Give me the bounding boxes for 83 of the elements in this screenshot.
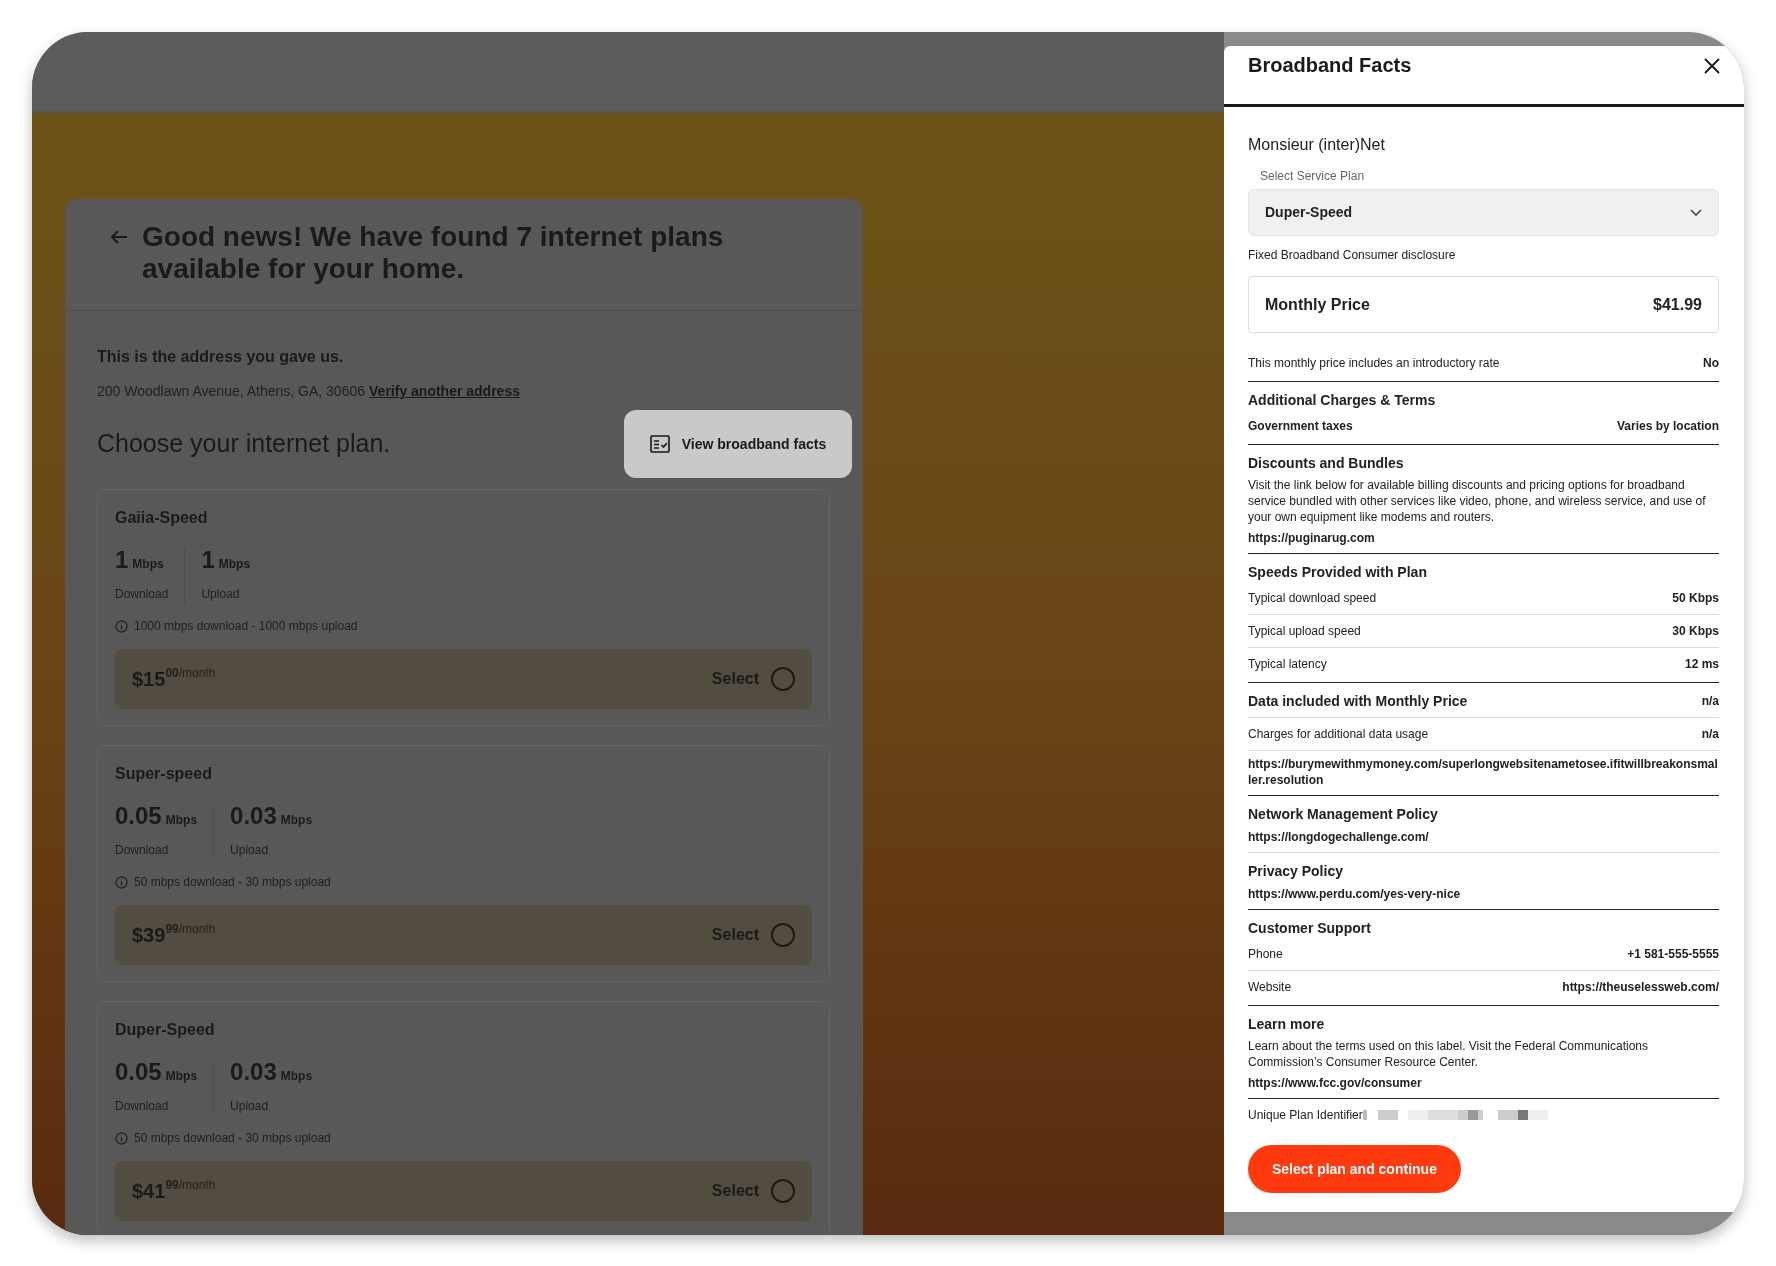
price-dollars: $41 (132, 1179, 166, 1204)
info-icon (115, 619, 128, 633)
chevron-down-icon (1690, 208, 1702, 217)
section-text: Visit the link below for available billing discounts and pricing options for broadband service bundled with other services like video, phone, and wireless service, and use of your own equipment like modems and routers. (1248, 477, 1707, 525)
speed-unit: Mbps (218, 556, 251, 573)
fact-value: 30 Kbps (1672, 623, 1719, 639)
plan-name: Gaiia-Speed (115, 508, 209, 528)
speed-value: 1 (115, 548, 129, 572)
fact-label: This monthly price includes an introductory rate (1248, 355, 1500, 371)
service-plan-select[interactable]: Duper-Speed (1248, 189, 1719, 236)
speed-value: 0.03 (230, 804, 277, 828)
back-arrow-icon[interactable] (110, 229, 128, 245)
address-text: 200 Woodlawn Avenue, Athens, GA, 30606 (97, 382, 366, 401)
plan-name: Super-speed (115, 764, 213, 784)
fact-value: 12 ms (1684, 656, 1719, 672)
section-heading: Customer Support (1248, 920, 1371, 936)
speed-label: Download (115, 1098, 170, 1115)
view-broadband-facts-button[interactable]: View broadband facts (624, 410, 852, 478)
fact-value: n/a (1701, 693, 1719, 709)
speed-label: Download (115, 586, 169, 603)
info-icon (115, 1131, 128, 1145)
section-link[interactable]: https://puginarug.com (1248, 525, 1719, 551)
section-heading: Network Management Policy (1248, 806, 1438, 822)
provider-name: Monsieur (inter)Net (1248, 135, 1386, 155)
section-link[interactable]: https://longdogechallenge.com/ (1248, 824, 1719, 850)
price-dollars: $15 (132, 667, 166, 692)
speed-unit: Mbps (165, 812, 198, 829)
disclosure-text: Fixed Broadband Consumer disclosure (1248, 247, 1457, 264)
fact-value: +1 581-555-5555 (1627, 946, 1719, 962)
panel-title: Broadband Facts (1248, 53, 1412, 78)
section-text: Learn about the terms used on this label. Visit the Federal Communications Commission’s Consumer Resource Center. (1248, 1038, 1649, 1070)
select-radio[interactable] (771, 667, 795, 691)
section-heading: Learn more (1248, 1016, 1325, 1032)
select-label: Select (711, 1181, 759, 1201)
fact-label: Typical upload speed (1248, 623, 1361, 639)
plan-name: Duper-Speed (115, 1020, 216, 1040)
speed-label: Upload (230, 842, 270, 859)
speed-label: Download (115, 842, 170, 859)
price-dollars: $39 (132, 923, 166, 948)
monthly-price-label: Monthly Price (1265, 294, 1370, 315)
section-link[interactable]: https://burymewithmymoney.com/superlongwebsitenametosee.ifitwillbreakonsmaller.resolution (1248, 751, 1719, 793)
monthly-price-value: $41.99 (1653, 294, 1702, 315)
select-label: Select Service Plan (1260, 168, 1366, 185)
select-label: Select (711, 669, 759, 689)
fact-value: n/a (1701, 726, 1719, 742)
page-heading: Good news! We have found 7 internet plans available for your home. (142, 221, 725, 285)
fact-value: https://theuselessweb.com/ (1562, 979, 1719, 995)
section-heading: Speeds Provided with Plan (1248, 564, 1427, 580)
speed-value: 0.05 (115, 1060, 162, 1084)
plan-identifier-label: Unique Plan Identifier (1248, 1107, 1363, 1123)
select-radio[interactable] (771, 923, 795, 947)
fact-value: Varies by location (1616, 418, 1719, 434)
close-icon[interactable] (1704, 58, 1720, 74)
speed-unit: Mbps (280, 812, 313, 829)
speed-unit: Mbps (280, 1068, 313, 1085)
speed-value: 0.03 (230, 1060, 277, 1084)
section-heading: Discounts and Bundles (1248, 455, 1404, 471)
select-radio[interactable] (771, 1179, 795, 1203)
speed-value: 1 (201, 548, 215, 572)
section-link[interactable]: https://www.perdu.com/yes-very-nice (1248, 881, 1719, 907)
section-heading: Privacy Policy (1248, 863, 1343, 879)
fact-value: 50 Kbps (1672, 590, 1719, 606)
section-heading: Additional Charges & Terms (1248, 392, 1436, 408)
checklist-icon (649, 435, 670, 453)
speed-label: Upload (230, 1098, 270, 1115)
fact-value: No (1703, 355, 1719, 371)
select-label: Select (711, 925, 759, 945)
select-plan-continue-button[interactable]: Select plan and continue (1248, 1145, 1461, 1193)
fact-label: Website (1248, 979, 1292, 995)
address-title: This is the address you gave us. (97, 347, 345, 367)
fact-label: Typical latency (1248, 656, 1327, 672)
info-icon (115, 875, 128, 889)
fact-label: Typical download speed (1248, 590, 1377, 606)
speed-label: Upload (201, 586, 241, 603)
choose-plan-title: Choose your internet plan. (97, 428, 391, 460)
fact-label: Charges for additional data usage (1248, 726, 1429, 742)
speed-value: 0.05 (115, 804, 162, 828)
fact-label: Phone (1248, 946, 1283, 962)
fact-label: Government taxes (1248, 418, 1353, 434)
section-heading: Data included with Monthly Price (1248, 693, 1468, 709)
section-link[interactable]: https://www.fcc.gov/consumer (1248, 1070, 1719, 1096)
speed-unit: Mbps (132, 556, 164, 573)
speed-unit: Mbps (165, 1068, 198, 1085)
